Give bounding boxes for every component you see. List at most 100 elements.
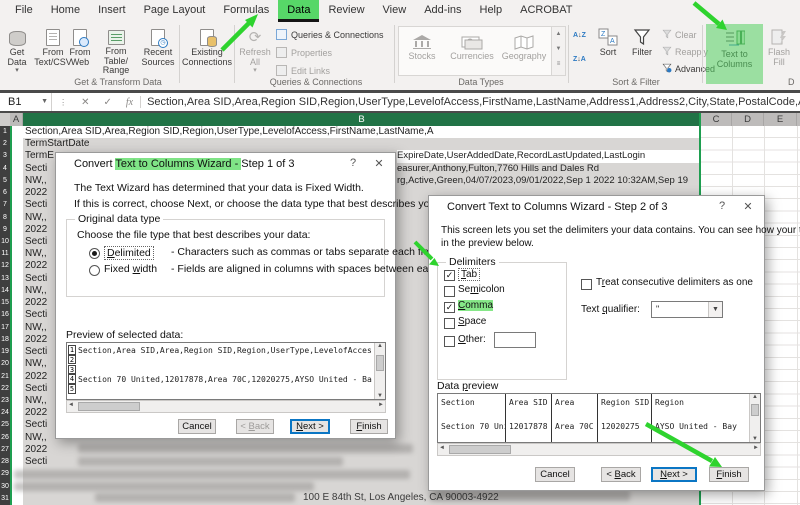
name-box-dropdown-icon[interactable]: ▼ xyxy=(41,93,48,111)
row-header-10[interactable]: 10 xyxy=(0,238,10,245)
preview-hscrollbar[interactable]: ◄ ► xyxy=(66,400,386,413)
menu-tab-formulas[interactable]: Formulas xyxy=(214,0,278,22)
menu-tab-help[interactable]: Help xyxy=(471,0,512,22)
column-header-c[interactable]: C xyxy=(701,113,732,126)
scroll-right-icon[interactable]: ► xyxy=(753,445,759,451)
preview-vscrollbar[interactable]: ▲▼ xyxy=(749,394,760,442)
row-header-27[interactable]: 27 xyxy=(0,446,10,453)
gallery-up-icon[interactable]: ▲ xyxy=(552,27,565,42)
existing-connections-button[interactable]: Existing Connections xyxy=(182,24,232,76)
from-web-button[interactable]: From Web xyxy=(64,24,96,76)
cell-text-row-21[interactable]: 2022 xyxy=(25,371,47,383)
edit-links-button[interactable]: Edit Links xyxy=(276,63,330,78)
fixed-width-label[interactable]: Fixed width xyxy=(104,263,157,275)
cancel-entry-icon[interactable]: ✕ xyxy=(74,97,96,108)
cell-text-row-6[interactable]: 2022 xyxy=(25,187,47,199)
row-header-31[interactable]: 31 xyxy=(0,495,10,502)
row-header-4[interactable]: 4 xyxy=(0,165,10,172)
row-header-26[interactable]: 26 xyxy=(0,434,10,441)
cell-text-row-18[interactable]: 2022 xyxy=(25,334,47,346)
cell-text-row-15[interactable]: 2022 xyxy=(25,297,47,309)
row-header-8[interactable]: 8 xyxy=(0,214,10,221)
next-button[interactable]: Next > xyxy=(651,467,697,482)
cell-text-row-16[interactable]: Secti xyxy=(25,309,47,321)
queries-connections-button[interactable]: Queries & Connections xyxy=(276,27,384,42)
menu-tab-home[interactable]: Home xyxy=(42,0,89,22)
row-header-16[interactable]: 16 xyxy=(0,311,10,318)
space-label[interactable]: Space xyxy=(458,316,486,327)
finish-button[interactable]: Finish xyxy=(709,467,749,482)
semicolon-label[interactable]: Semicolon xyxy=(458,284,505,295)
fixed-width-radio[interactable] xyxy=(89,265,100,276)
cancel-button[interactable]: Cancel xyxy=(178,419,216,434)
help-icon[interactable]: ? xyxy=(345,157,361,169)
cell-text-row-2[interactable]: TermStartDate xyxy=(25,138,89,150)
delimited-radio[interactable] xyxy=(89,248,100,259)
gallery-scroll[interactable]: ▲▼≡ xyxy=(551,26,566,76)
delimited-label[interactable]: Delimited xyxy=(104,246,154,260)
scroll-left-icon[interactable]: ◄ xyxy=(439,445,445,451)
sort-az-button[interactable]: A↓Z xyxy=(573,28,586,43)
sort-button[interactable]: ZA Sort xyxy=(592,24,624,76)
stocks-button[interactable]: Stocks xyxy=(402,28,442,80)
scroll-right-icon[interactable]: ► xyxy=(378,402,384,408)
cell-text-row-9[interactable]: 2022 xyxy=(25,224,47,236)
combo-dropdown-icon[interactable]: ▼ xyxy=(708,302,722,317)
row-header-21[interactable]: 21 xyxy=(0,373,10,380)
menu-tab-review[interactable]: Review xyxy=(319,0,373,22)
row-header-17[interactable]: 17 xyxy=(0,324,10,331)
row-header-13[interactable]: 13 xyxy=(0,275,10,282)
cell-text-row-19[interactable]: Secti xyxy=(25,346,47,358)
recent-sources-button[interactable]: ◷ Recent Sources xyxy=(139,24,177,76)
cell-text-row-23[interactable]: NW,, xyxy=(25,395,47,407)
menu-tab-acrobat[interactable]: ACROBAT xyxy=(511,0,581,22)
column-header-b[interactable]: B xyxy=(23,113,700,126)
cell-text-row-7[interactable]: Secti xyxy=(25,199,47,211)
cell-text-row-14[interactable]: NW,, xyxy=(25,285,47,297)
back-button[interactable]: < Back xyxy=(236,419,274,434)
tab-label[interactable]: Tab xyxy=(458,268,480,281)
from-table-range-button[interactable]: From Table/ Range xyxy=(95,24,137,76)
next-button[interactable]: Next > xyxy=(290,419,330,434)
close-icon[interactable]: ✕ xyxy=(371,157,387,170)
cell-text-row-22[interactable]: Secti xyxy=(25,383,47,395)
scroll-down-icon[interactable]: ▼ xyxy=(750,436,760,442)
row-header-15[interactable]: 15 xyxy=(0,299,10,306)
cell-text-row-1[interactable]: Section,Area SID,Area,Region SID,Region,… xyxy=(25,126,434,138)
cell-text-row-3[interactable]: TermE xyxy=(25,150,54,162)
menu-tab-data[interactable]: Data xyxy=(278,0,319,22)
row-header-2[interactable]: 2 xyxy=(0,140,10,147)
column-header-d[interactable]: D xyxy=(732,113,764,126)
cell-text-row-5-continued[interactable]: rg,Active,Green,04/07/2023,09/01/2022,Se… xyxy=(397,175,699,187)
comma-label[interactable]: Comma xyxy=(458,300,493,311)
scroll-left-icon[interactable]: ◄ xyxy=(68,402,74,408)
row-header-19[interactable]: 19 xyxy=(0,348,10,355)
help-icon[interactable]: ? xyxy=(714,200,730,212)
insert-function-icon[interactable]: fx xyxy=(119,97,140,108)
row-header-22[interactable]: 22 xyxy=(0,385,10,392)
flash-fill-button[interactable]: Flash Fill xyxy=(764,24,794,76)
cell-text-row-25[interactable]: Secti xyxy=(25,419,47,431)
menu-tab-view[interactable]: View xyxy=(374,0,416,22)
other-checkbox[interactable] xyxy=(444,336,455,347)
filter-button[interactable]: Filter xyxy=(626,24,658,76)
cell-text-row-4[interactable]: Secti xyxy=(25,163,47,175)
cell-text-row-4-continued[interactable]: easurer,Anthony,Fulton,7760 Hills and Da… xyxy=(397,163,699,175)
menu-tab-add-ins[interactable]: Add-ins xyxy=(415,0,470,22)
back-button[interactable]: < Back xyxy=(601,467,641,482)
get-data-button[interactable]: Get Data ▾ xyxy=(1,24,33,76)
row-header-11[interactable]: 11 xyxy=(0,250,10,257)
scroll-up-icon[interactable]: ▲ xyxy=(375,343,385,349)
sort-za-button[interactable]: Z↓A xyxy=(573,52,586,67)
row-header-24[interactable]: 24 xyxy=(0,409,10,416)
close-icon[interactable]: ✕ xyxy=(740,200,756,213)
data-preview-table[interactable]: ▲▼ SectionArea SIDAreaRegion SIDRegionSe… xyxy=(437,393,761,443)
cell-text-row-12[interactable]: 2022 xyxy=(25,260,47,272)
preview-hscrollbar[interactable]: ◄ ► xyxy=(437,443,761,456)
other-label[interactable]: Other: xyxy=(458,334,486,345)
text-to-columns-button[interactable]: Text to Columns xyxy=(706,24,763,84)
finish-button[interactable]: Finish xyxy=(350,419,388,434)
row-header-18[interactable]: 18 xyxy=(0,336,10,343)
row-headers[interactable]: 1234567891011121314151617181920212223242… xyxy=(0,126,12,505)
select-all-corner[interactable] xyxy=(0,113,10,126)
